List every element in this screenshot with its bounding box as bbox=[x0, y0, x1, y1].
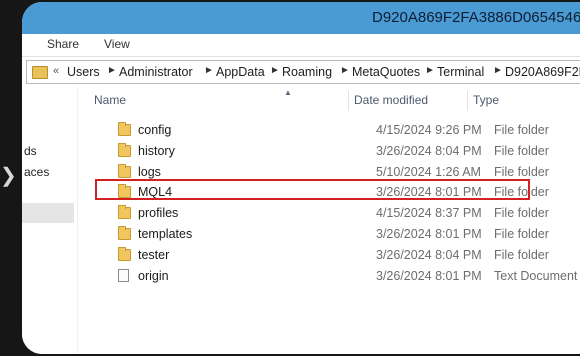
file-name: logs bbox=[138, 165, 161, 179]
file-name: origin bbox=[138, 269, 169, 283]
nav-item-downloads[interactable]: ds bbox=[24, 144, 37, 158]
ribbon: Share View bbox=[22, 34, 580, 57]
file-type: File folder bbox=[494, 227, 549, 241]
file-type: Text Document bbox=[494, 269, 578, 283]
header-name-label: Name bbox=[94, 93, 127, 107]
folder-icon bbox=[118, 143, 131, 157]
file-name: templates bbox=[138, 227, 193, 241]
header-type-label: Type bbox=[473, 93, 500, 107]
file-name: tester bbox=[138, 248, 170, 262]
file-name: config bbox=[138, 123, 172, 137]
file-type: File folder bbox=[494, 248, 549, 262]
header-name[interactable]: Name bbox=[92, 89, 348, 111]
chevron-right-icon[interactable]: ► bbox=[340, 65, 350, 76]
nav-item-recent-places[interactable]: aces bbox=[24, 165, 49, 179]
file-date: 5/10/2024 1:26 AM bbox=[376, 165, 481, 179]
header-date-modified[interactable]: Date modified bbox=[350, 89, 467, 111]
tab-view[interactable]: View bbox=[104, 37, 130, 51]
file-type: File folder bbox=[494, 206, 549, 220]
breadcrumb-overflow[interactable]: « bbox=[53, 65, 59, 77]
file-row-history[interactable]: history 3/26/2024 8:04 PM File folder bbox=[92, 141, 580, 162]
chevron-right-icon[interactable]: ► bbox=[204, 65, 214, 76]
file-date: 3/26/2024 8:04 PM bbox=[376, 144, 482, 158]
chevron-left-icon: ❯ bbox=[0, 165, 17, 187]
file-row-templates[interactable]: templates 3/26/2024 8:01 PM File folder bbox=[92, 224, 580, 245]
file-date: 3/26/2024 8:01 PM bbox=[376, 227, 482, 241]
file-type: File folder bbox=[494, 165, 549, 179]
file-name: profiles bbox=[138, 206, 179, 220]
file-row-profiles[interactable]: profiles 4/15/2024 8:37 PM File folder bbox=[92, 203, 580, 224]
explorer-window: D920A869F2FA3886D0654546 Share View « Us… bbox=[22, 2, 580, 354]
folder-icon bbox=[118, 226, 131, 240]
breadcrumb-roaming[interactable]: Roaming bbox=[282, 65, 332, 79]
chevron-right-icon[interactable]: ► bbox=[270, 65, 280, 76]
title-bar: D920A869F2FA3886D0654546 bbox=[22, 2, 580, 34]
file-date: 3/26/2024 8:04 PM bbox=[376, 248, 482, 262]
chevron-right-icon[interactable]: ► bbox=[107, 65, 117, 76]
file-date: 4/15/2024 8:37 PM bbox=[376, 206, 482, 220]
highlight-box bbox=[95, 179, 530, 200]
file-date: 4/15/2024 9:26 PM bbox=[376, 123, 482, 137]
file-type: File folder bbox=[494, 144, 549, 158]
breadcrumb-administrator[interactable]: Administrator bbox=[119, 65, 193, 79]
breadcrumb-terminal[interactable]: Terminal bbox=[437, 65, 484, 79]
address-bar[interactable]: « Users ► Administrator ► AppData ► Roam… bbox=[26, 60, 580, 84]
breadcrumb-appdata[interactable]: AppData bbox=[216, 65, 265, 79]
folder-icon bbox=[118, 164, 131, 178]
header-date-label: Date modified bbox=[354, 93, 429, 107]
breadcrumb-metaquotes[interactable]: MetaQuotes bbox=[352, 65, 420, 79]
chevron-right-icon[interactable]: ► bbox=[493, 65, 503, 76]
chevron-right-icon[interactable]: ► bbox=[425, 65, 435, 76]
file-type: File folder bbox=[494, 123, 549, 137]
navigation-pane: ds aces bbox=[22, 86, 78, 354]
file-row-origin[interactable]: origin 3/26/2024 8:01 PM Text Document bbox=[92, 266, 580, 287]
column-divider[interactable] bbox=[348, 91, 349, 111]
breadcrumb-current-folder[interactable]: D920A869F2F bbox=[505, 65, 580, 79]
tab-share[interactable]: Share bbox=[47, 37, 79, 51]
folder-icon bbox=[118, 122, 131, 136]
text-document-icon bbox=[118, 269, 129, 282]
nav-item-selected[interactable] bbox=[22, 203, 74, 223]
column-headers: ▲ Name Date modified Type bbox=[92, 88, 580, 111]
file-date: 3/26/2024 8:01 PM bbox=[376, 269, 482, 283]
column-divider[interactable] bbox=[467, 91, 468, 111]
file-row-config[interactable]: config 4/15/2024 9:26 PM File folder bbox=[92, 120, 580, 141]
file-row-tester[interactable]: tester 3/26/2024 8:04 PM File folder bbox=[92, 245, 580, 266]
breadcrumb-users[interactable]: Users bbox=[67, 65, 100, 79]
folder-icon bbox=[118, 205, 131, 219]
folder-icon bbox=[32, 66, 48, 79]
window-title: D920A869F2FA3886D0654546 bbox=[372, 9, 580, 26]
folder-icon bbox=[118, 247, 131, 261]
header-type[interactable]: Type bbox=[469, 89, 579, 111]
file-name: history bbox=[138, 144, 175, 158]
